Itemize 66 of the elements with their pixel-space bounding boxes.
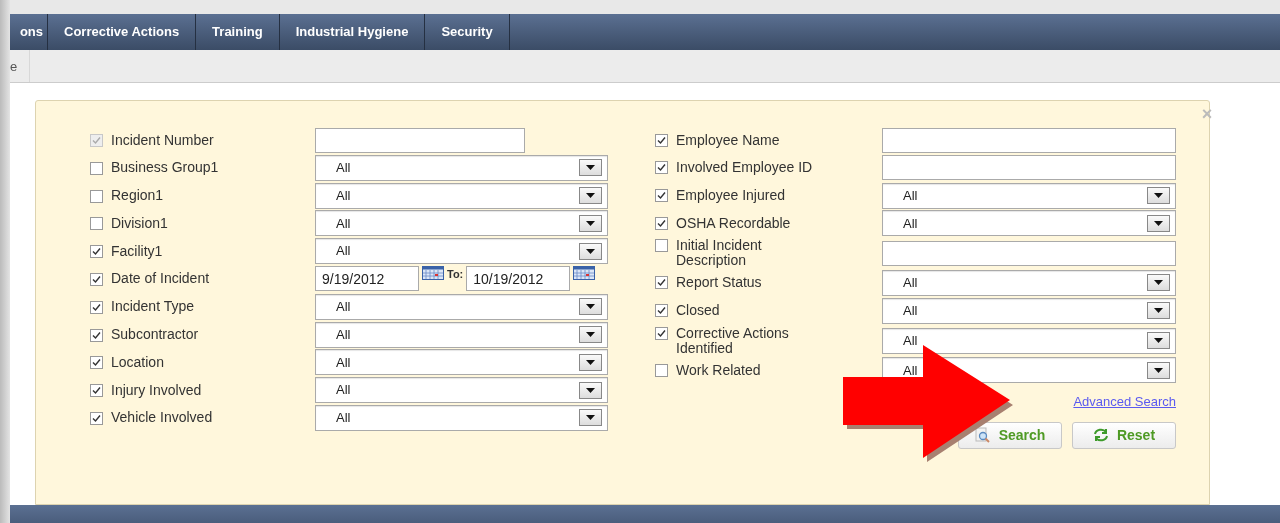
field-label: Facility1 bbox=[111, 241, 163, 261]
range-separator: To: bbox=[447, 267, 464, 283]
field-label: Injury Involved bbox=[111, 380, 202, 400]
checkbox[interactable] bbox=[90, 189, 103, 203]
field-label: OSHA Recordable bbox=[676, 215, 791, 231]
checkbox[interactable] bbox=[655, 276, 668, 290]
dropdown[interactable]: All bbox=[315, 377, 608, 404]
field-label: Initial Incident Description bbox=[676, 238, 763, 269]
date-field[interactable]: 9/19/2012 bbox=[315, 266, 419, 292]
checkbox[interactable] bbox=[655, 304, 668, 318]
field-label: Business Group1 bbox=[111, 158, 219, 178]
checkbox[interactable] bbox=[655, 216, 668, 230]
checkbox[interactable] bbox=[655, 239, 668, 253]
checkbox[interactable] bbox=[90, 217, 103, 231]
field-label: Report Status bbox=[676, 275, 762, 291]
field-label: Work Related bbox=[676, 362, 761, 378]
checkbox[interactable] bbox=[90, 356, 103, 370]
checkbox[interactable] bbox=[90, 411, 103, 425]
dropdown[interactable]: All bbox=[882, 182, 1176, 209]
text-field[interactable] bbox=[882, 155, 1176, 181]
dropdown[interactable]: All bbox=[315, 404, 608, 431]
checkbox[interactable] bbox=[655, 161, 668, 175]
breadcrumb-item[interactable]: e bbox=[10, 50, 30, 82]
field-label: Location bbox=[111, 352, 164, 372]
refresh-icon bbox=[1092, 428, 1109, 443]
dropdown[interactable]: All bbox=[882, 270, 1176, 296]
dropdown[interactable]: All bbox=[315, 293, 608, 320]
checkbox[interactable] bbox=[90, 328, 103, 342]
checkbox[interactable] bbox=[90, 161, 103, 175]
dropdown[interactable]: All bbox=[315, 349, 608, 376]
date-field[interactable]: 10/19/2012 bbox=[466, 266, 571, 292]
dropdown[interactable]: All bbox=[315, 238, 608, 265]
field-label: Corrective Actions Identified bbox=[676, 325, 790, 356]
field-label: Involved Employee ID bbox=[676, 160, 813, 176]
checkbox[interactable] bbox=[90, 384, 103, 398]
field-label: Subcontractor bbox=[111, 325, 199, 345]
magnifier-icon bbox=[974, 427, 991, 444]
text-field[interactable] bbox=[882, 127, 1176, 153]
dropdown[interactable]: All bbox=[315, 182, 608, 209]
checkbox[interactable] bbox=[90, 273, 103, 286]
dropdown[interactable]: All bbox=[315, 321, 608, 348]
dropdown[interactable]: All bbox=[882, 297, 1176, 324]
field-label: Employee Name bbox=[676, 132, 780, 148]
field-label: Closed bbox=[676, 303, 720, 319]
text-field[interactable] bbox=[882, 240, 1176, 266]
field-label: Incident Number bbox=[111, 130, 214, 150]
checkbox[interactable] bbox=[655, 133, 668, 147]
field-label: Region1 bbox=[111, 186, 164, 206]
dropdown[interactable]: All bbox=[315, 154, 608, 181]
calendar-icon bbox=[573, 266, 596, 281]
field-label: Incident Type bbox=[111, 297, 195, 317]
checkbox[interactable] bbox=[90, 245, 103, 259]
checkbox[interactable] bbox=[655, 189, 668, 203]
field-label: Employee Injured bbox=[676, 188, 785, 204]
advanced-search-link[interactable]: Advanced Search bbox=[1073, 392, 1176, 412]
field-label: Date of Incident bbox=[111, 269, 210, 289]
checkbox[interactable] bbox=[90, 300, 103, 314]
field-label: Division1 bbox=[111, 213, 168, 233]
field-label: Vehicle Involved bbox=[111, 408, 213, 428]
dropdown[interactable]: All bbox=[315, 210, 608, 237]
text-field[interactable] bbox=[315, 127, 525, 153]
dropdown[interactable]: All bbox=[882, 210, 1176, 237]
dropdown[interactable]: All bbox=[882, 327, 1176, 354]
checkbox[interactable] bbox=[655, 326, 668, 340]
calendar-icon bbox=[422, 266, 444, 281]
checkbox[interactable] bbox=[655, 363, 668, 377]
